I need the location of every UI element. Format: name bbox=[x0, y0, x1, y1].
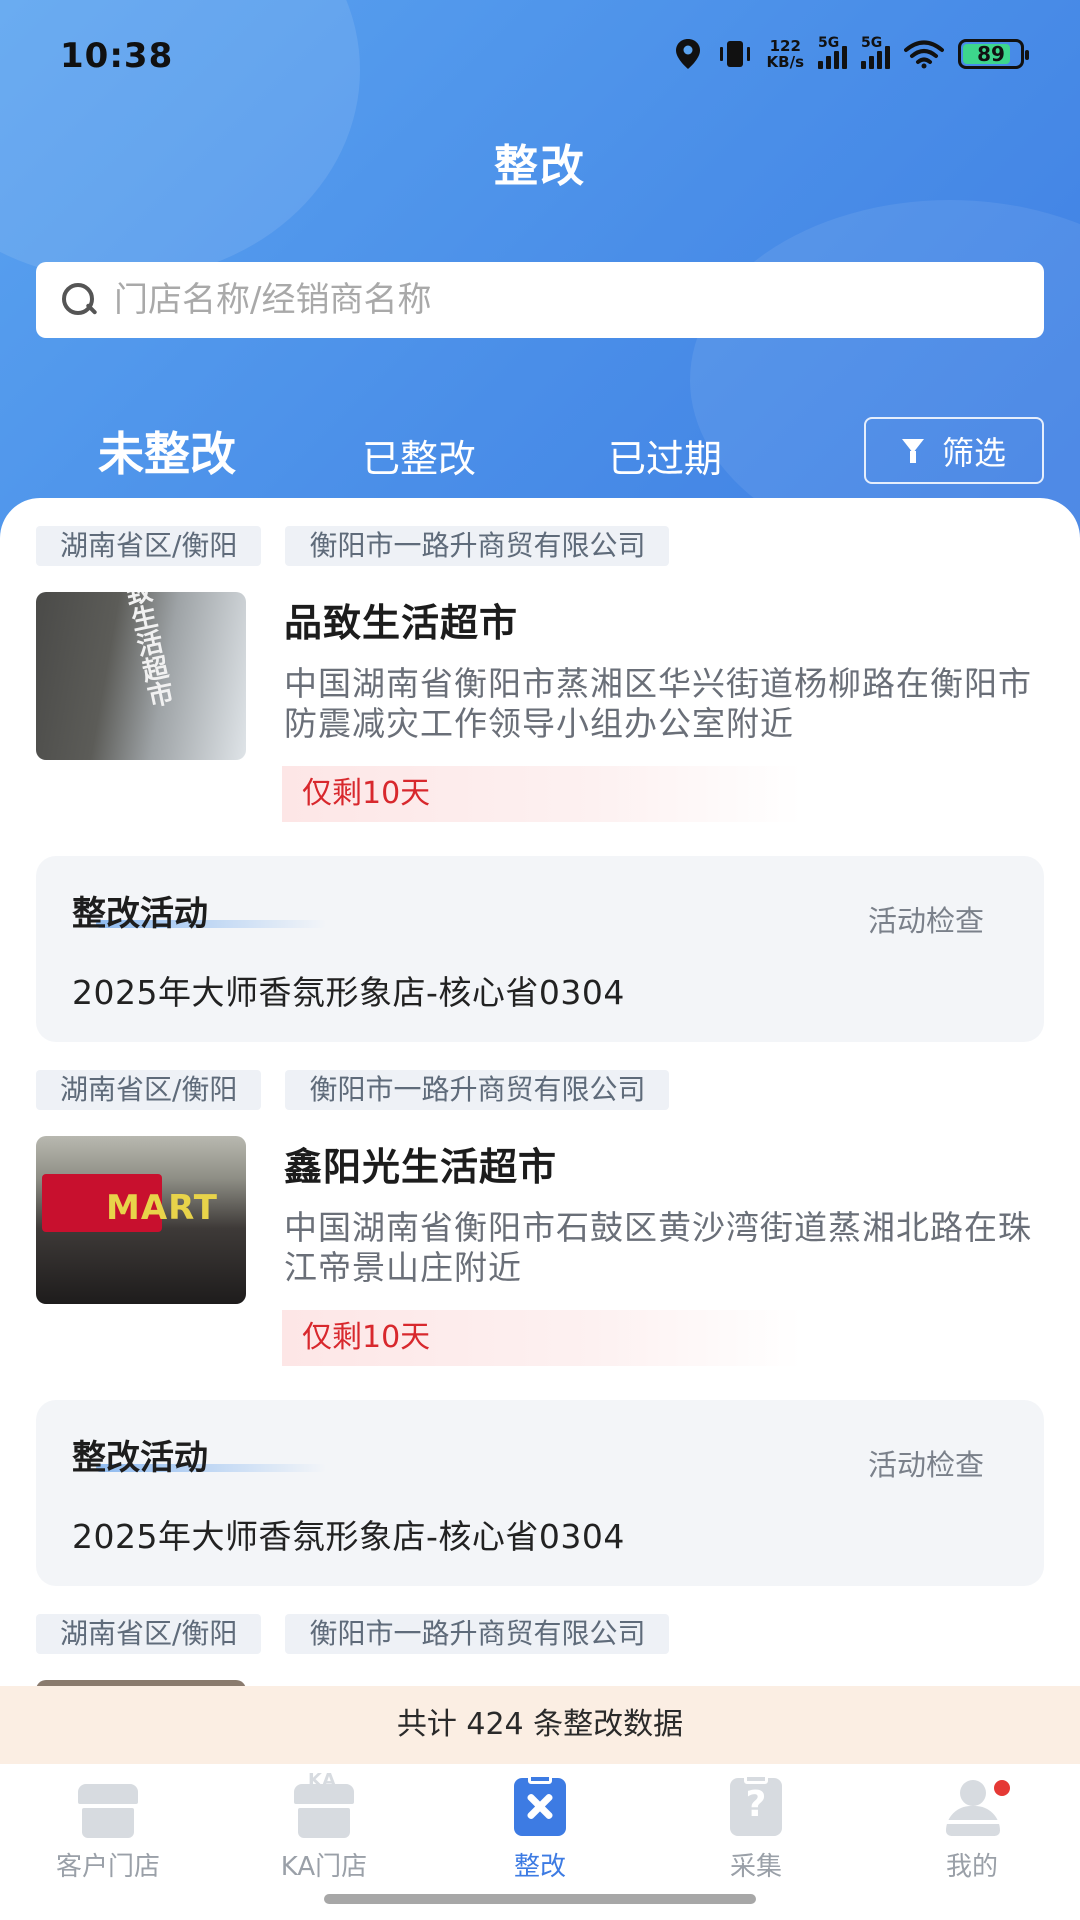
nav-label: 我的 bbox=[945, 1852, 998, 1882]
nav-label: 采集 bbox=[729, 1852, 782, 1882]
store-row[interactable]: 致生活超市 品致生活超市 中国湖南省衡阳市蒸湘区华兴街道杨柳路在衡阳市防震减灾工… bbox=[36, 592, 1044, 828]
status-time: 10:38 bbox=[60, 36, 174, 76]
store-photo-sign: MART bbox=[106, 1188, 218, 1228]
status-icons: 122 KB/s 5G 5G 89 bbox=[673, 35, 1029, 70]
network-speed: 122 KB/s bbox=[767, 38, 804, 70]
search-icon bbox=[60, 281, 98, 319]
signal-label: 5G bbox=[861, 35, 883, 51]
store-photo-sign: 致生活超市 bbox=[119, 592, 176, 711]
battery-icon: 89 bbox=[958, 39, 1029, 69]
store-address: 中国湖南省衡阳市蒸湘区华兴街道杨柳路在衡阳市防震减灾工作领导小组办公室附近 bbox=[284, 664, 1032, 743]
tab-rectified[interactable]: 已整改 bbox=[362, 428, 476, 483]
activity-title: 整改活动 bbox=[72, 1438, 208, 1478]
nav-label: KA门店 bbox=[280, 1852, 368, 1882]
ka-store-icon: KA bbox=[294, 1770, 354, 1838]
nav-collect[interactable]: ? 采集 bbox=[671, 1774, 841, 1883]
nav-profile[interactable]: 我的 bbox=[887, 1776, 1057, 1883]
store-icon bbox=[78, 1776, 138, 1838]
activity-check-link[interactable]: 活动检查 bbox=[868, 1442, 984, 1484]
activity-title: 整改活动 bbox=[72, 894, 208, 934]
card-tags: 湖南省区/衡阳 衡阳市一路升商贸有限公司 bbox=[36, 526, 1044, 566]
store-photo: MART bbox=[36, 1136, 246, 1304]
list-item[interactable]: 湖南省区/衡阳 衡阳市一路升商贸有限公司 MART 鑫阳光生活超市 中国湖南省衡… bbox=[36, 1070, 1044, 1586]
nav-label: 客户门店 bbox=[55, 1852, 160, 1882]
deadline-badge: 仅剩10天 bbox=[282, 766, 802, 822]
store-address: 中国湖南省衡阳市石鼓区黄沙湾街道蒸湘北路在珠江帝景山庄附近 bbox=[284, 1208, 1032, 1287]
total-count-bar: 共计 424 条整改数据 bbox=[0, 1686, 1080, 1764]
nav-label: 整改 bbox=[513, 1852, 566, 1882]
store-photo: 致生活超市 bbox=[36, 592, 246, 760]
store-name: 鑫阳光生活超市 bbox=[284, 1145, 558, 1189]
region-tag: 湖南省区/衡阳 bbox=[36, 1614, 262, 1654]
activity-check-link[interactable]: 活动检查 bbox=[868, 898, 984, 940]
network-speed-unit: KB/s bbox=[766, 53, 804, 71]
signal-5g-1: 5G bbox=[818, 35, 847, 69]
status-bar: 10:38 122 KB/s 5G 5G 89 bbox=[0, 0, 1080, 110]
network-speed-value: 122 bbox=[769, 37, 801, 55]
dealer-tag: 衡阳市一路升商贸有限公司 bbox=[285, 1614, 670, 1654]
notification-dot bbox=[994, 1780, 1010, 1796]
tab-expired[interactable]: 已过期 bbox=[608, 428, 722, 483]
dealer-tag: 衡阳市一路升商贸有限公司 bbox=[285, 526, 670, 566]
card-tags: 湖南省区/衡阳 衡阳市一路升商贸有限公司 bbox=[36, 1070, 1044, 1110]
region-tag: 湖南省区/衡阳 bbox=[36, 526, 262, 566]
page-title: 整改 bbox=[494, 141, 586, 192]
vibrate-icon bbox=[719, 41, 750, 67]
store-row[interactable]: MART 鑫阳光生活超市 中国湖南省衡阳市石鼓区黄沙湾街道蒸湘北路在珠江帝景山庄… bbox=[36, 1136, 1044, 1372]
activity-box[interactable]: 整改活动 活动检查 2025年大师香氛形象店-核心省0304 bbox=[36, 856, 1044, 1042]
wifi-icon bbox=[904, 40, 944, 69]
nav-rectify[interactable]: 整改 bbox=[455, 1774, 625, 1883]
signal-5g-2: 5G bbox=[861, 35, 890, 69]
rectify-icon bbox=[510, 1774, 570, 1838]
activity-description: 2025年大师香氛形象店-核心省0304 bbox=[72, 973, 625, 1012]
activity-box[interactable]: 整改活动 活动检查 2025年大师香氛形象店-核心省0304 bbox=[36, 1400, 1044, 1586]
profile-icon bbox=[942, 1776, 1010, 1838]
filter-icon bbox=[901, 437, 932, 465]
nav-ka-store[interactable]: KA KA门店 bbox=[239, 1770, 409, 1883]
filter-button[interactable]: 筛选 bbox=[864, 417, 1044, 484]
dealer-tag: 衡阳市一路升商贸有限公司 bbox=[285, 1070, 670, 1110]
signal-label: 5G bbox=[818, 35, 840, 51]
filter-label: 筛选 bbox=[941, 433, 1006, 472]
region-tag: 湖南省区/衡阳 bbox=[36, 1070, 262, 1110]
collect-icon: ? bbox=[726, 1774, 786, 1838]
deadline-badge: 仅剩10天 bbox=[282, 1310, 802, 1366]
nav-customer-store[interactable]: 客户门店 bbox=[23, 1776, 193, 1883]
search-bar[interactable] bbox=[36, 262, 1044, 338]
list-item[interactable]: 湖南省区/衡阳 衡阳市一路升商贸有限公司 致生活超市 品致生活超市 中国湖南省衡… bbox=[36, 526, 1044, 1042]
activity-description: 2025年大师香氛形象店-核心省0304 bbox=[72, 1517, 625, 1556]
store-name: 品致生活超市 bbox=[284, 601, 519, 645]
search-input[interactable] bbox=[114, 280, 994, 320]
tab-unrectified[interactable]: 未整改 bbox=[98, 418, 236, 484]
card-tags: 湖南省区/衡阳 衡阳市一路升商贸有限公司 bbox=[36, 1614, 1044, 1654]
list-item[interactable]: 湖南省区/衡阳 衡阳市一路升商贸有限公司 bbox=[36, 1614, 1044, 1688]
rectify-list[interactable]: 湖南省区/衡阳 衡阳市一路升商贸有限公司 致生活超市 品致生活超市 中国湖南省衡… bbox=[0, 498, 1080, 1688]
location-icon bbox=[675, 39, 700, 69]
home-indicator[interactable] bbox=[324, 1894, 756, 1904]
battery-level: 89 bbox=[977, 42, 1005, 66]
